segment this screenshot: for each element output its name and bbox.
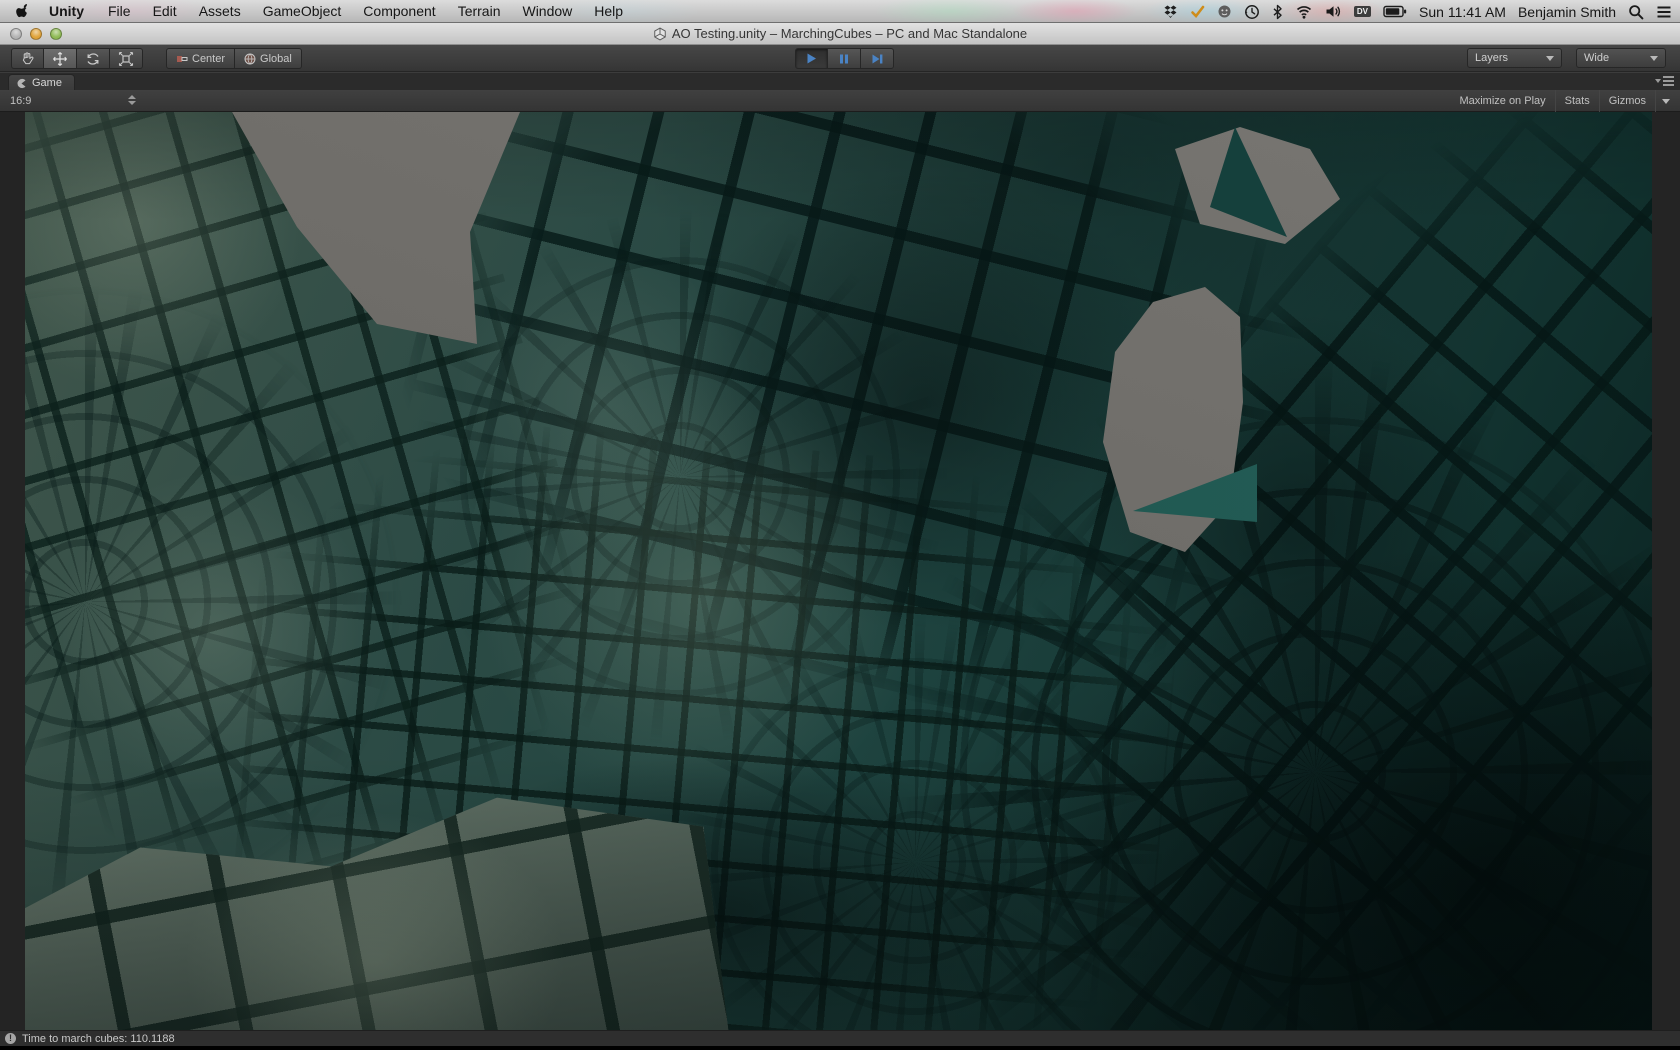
chevron-down-icon	[1655, 79, 1661, 83]
game-view-icon	[17, 78, 26, 88]
close-button[interactable]	[10, 28, 22, 40]
tab-game-label: Game	[32, 77, 62, 89]
game-tab-bar: Game	[0, 72, 1680, 91]
menu-assets[interactable]: Assets	[188, 0, 252, 23]
move-icon	[53, 51, 67, 66]
menu-bar-user[interactable]: Benjamin Smith	[1518, 4, 1616, 20]
aspect-stepper-icon[interactable]	[128, 95, 136, 105]
aspect-ratio-dropdown[interactable]: 16:9	[10, 90, 31, 112]
panel-menu-button[interactable]	[1655, 76, 1674, 86]
rotate-tool-button[interactable]	[77, 48, 110, 69]
menu-terrain[interactable]: Terrain	[447, 0, 512, 23]
menu-bar-status-items: DV Sun 11:41 AM Benjamin Smith	[1163, 0, 1672, 23]
pivot-label: Center	[192, 52, 226, 65]
macos-menu-bar: Unity File Edit Assets GameObject Compon…	[0, 0, 1680, 23]
battery-icon[interactable]	[1383, 5, 1407, 18]
dv-status-icon[interactable]: DV	[1353, 6, 1372, 17]
rotate-icon	[87, 52, 99, 65]
face-status-icon[interactable]	[1217, 4, 1232, 19]
game-render[interactable]	[25, 112, 1652, 1030]
desktop: Unity File Edit Assets GameObject Compon…	[0, 0, 1680, 1050]
menu-component[interactable]: Component	[352, 0, 446, 23]
pivot-space-toggles: Center Global	[166, 48, 302, 69]
unity-logo-icon	[654, 26, 666, 41]
wifi-icon[interactable]	[1295, 4, 1313, 19]
stats-toggle[interactable]: Stats	[1556, 90, 1599, 112]
scale-tool-button[interactable]	[110, 48, 143, 69]
apple-menu[interactable]	[14, 3, 38, 19]
pause-button[interactable]	[828, 48, 861, 69]
step-button[interactable]	[861, 48, 894, 69]
game-viewport-frame	[0, 112, 1680, 1030]
status-message[interactable]: Time to march cubes: 110.1188	[22, 1033, 175, 1045]
globe-icon	[244, 53, 256, 64]
chevron-down-icon	[1662, 98, 1670, 104]
traffic-lights	[10, 28, 62, 40]
hand-tool-button[interactable]	[11, 48, 44, 69]
bluetooth-icon[interactable]	[1272, 4, 1283, 20]
maximize-on-play-toggle[interactable]: Maximize on Play	[1450, 90, 1554, 112]
tab-game[interactable]: Game	[8, 74, 75, 91]
hamburger-icon	[1663, 76, 1674, 86]
aspect-ratio-label: 16:9	[10, 95, 32, 107]
window-title: AO Testing.unity – MarchingCubes – PC an…	[671, 26, 1028, 41]
space-label: Global	[260, 52, 292, 65]
bottom-black-strip	[0, 1046, 1680, 1050]
scale-icon	[118, 51, 134, 66]
time-machine-icon[interactable]	[1244, 4, 1260, 20]
status-bar[interactable]: ! Time to march cubes: 110.1188	[0, 1030, 1680, 1046]
notification-list-icon[interactable]	[1656, 5, 1672, 19]
center-pivot-icon	[177, 55, 188, 62]
layout-label: Wide	[1584, 52, 1610, 64]
playback-controls	[795, 48, 894, 69]
menu-unity[interactable]: Unity	[38, 0, 97, 23]
menu-edit[interactable]: Edit	[142, 0, 188, 23]
menu-window[interactable]: Window	[511, 0, 583, 23]
space-toggle-button[interactable]: Global	[235, 48, 302, 69]
apple-icon	[16, 3, 27, 18]
window-title-bar[interactable]: AO Testing.unity – MarchingCubes – PC an…	[0, 23, 1680, 45]
gizmos-dropdown-button[interactable]	[1656, 90, 1676, 112]
play-icon	[807, 53, 816, 64]
transform-tools	[11, 48, 143, 69]
chevron-down-icon	[1650, 55, 1658, 61]
game-control-strip: 16:9 Maximize on Play Stats Gizmos	[0, 90, 1680, 112]
move-tool-button[interactable]	[44, 48, 77, 69]
menu-bar-left: Unity File Edit Assets GameObject Compon…	[0, 0, 634, 23]
window-title-group: AO Testing.unity – MarchingCubes – PC an…	[653, 26, 1027, 41]
layers-label: Layers	[1475, 52, 1509, 64]
render-vignette	[25, 112, 1652, 1030]
menu-help[interactable]: Help	[583, 0, 634, 23]
spotlight-search-icon[interactable]	[1628, 4, 1644, 20]
log-info-icon: !	[5, 1033, 16, 1044]
dropbox-icon[interactable]	[1163, 4, 1178, 19]
checkmark-icon[interactable]	[1190, 4, 1205, 19]
toolbar-dropdowns: Layers Wide	[1467, 48, 1666, 68]
menu-file[interactable]: File	[97, 0, 142, 23]
step-icon	[872, 54, 882, 63]
pause-icon	[840, 54, 848, 63]
volume-icon[interactable]	[1325, 4, 1342, 19]
menu-gameobject[interactable]: GameObject	[252, 0, 353, 23]
gizmos-toggle[interactable]: Gizmos	[1600, 90, 1655, 112]
menu-bar-clock[interactable]: Sun 11:41 AM	[1419, 4, 1506, 20]
chevron-down-icon	[1546, 55, 1554, 61]
minimize-button[interactable]	[30, 28, 42, 40]
hand-icon	[22, 52, 34, 65]
layers-dropdown[interactable]: Layers	[1467, 48, 1562, 68]
game-view-options: Maximize on Play Stats Gizmos	[1450, 90, 1676, 112]
zoom-button[interactable]	[50, 28, 62, 40]
layout-dropdown[interactable]: Wide	[1576, 48, 1666, 68]
unity-toolbar: Center Global Layers Wide	[0, 45, 1680, 72]
pivot-toggle-button[interactable]: Center	[166, 48, 236, 69]
play-button[interactable]	[795, 48, 828, 69]
